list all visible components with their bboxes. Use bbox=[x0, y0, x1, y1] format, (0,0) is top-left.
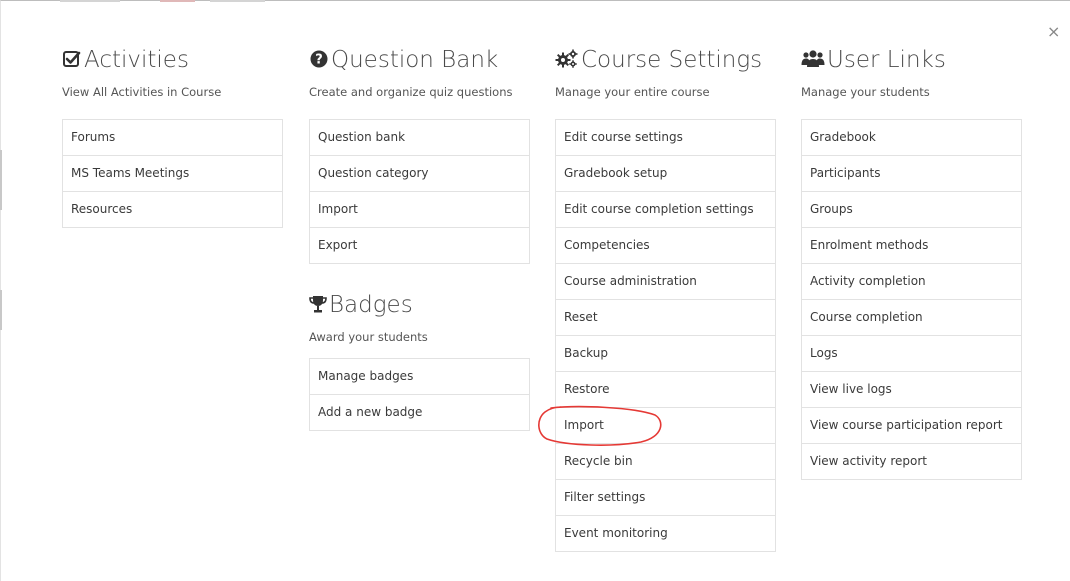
section-subtitle: Create and organize quiz questions bbox=[309, 85, 513, 99]
list-item[interactable]: Question bank bbox=[310, 119, 529, 155]
trophy-icon bbox=[309, 296, 327, 313]
section-subtitle: Manage your students bbox=[801, 85, 930, 99]
user-links-link-list: Gradebook Participants Groups Enrolment … bbox=[801, 119, 1022, 480]
column-user-links: User Links Manage your students Gradeboo… bbox=[801, 43, 1022, 480]
list-item[interactable]: Gradebook bbox=[802, 119, 1021, 155]
list-item[interactable]: Filter settings bbox=[556, 479, 775, 515]
list-item[interactable]: Competencies bbox=[556, 227, 775, 263]
column-question-bank: ? Question Bank Create and organize quiz… bbox=[309, 43, 530, 264]
list-item[interactable]: MS Teams Meetings bbox=[63, 155, 282, 191]
section-title-text: Badges bbox=[329, 292, 413, 318]
list-item[interactable]: Edit course completion settings bbox=[556, 191, 775, 227]
section-title: User Links bbox=[801, 43, 1022, 77]
section-title-text: Activities bbox=[84, 47, 189, 73]
list-item[interactable]: Activity completion bbox=[802, 263, 1021, 299]
cogs-icon bbox=[555, 49, 578, 68]
list-item[interactable]: Logs bbox=[802, 335, 1021, 371]
list-item[interactable]: View activity report bbox=[802, 443, 1021, 479]
list-item[interactable]: Edit course settings bbox=[556, 119, 775, 155]
section-title-text: User Links bbox=[827, 47, 946, 73]
svg-text:?: ? bbox=[315, 53, 323, 68]
users-icon bbox=[801, 50, 825, 67]
list-item[interactable]: Import bbox=[556, 407, 775, 443]
section-title-text: Course Settings bbox=[581, 47, 763, 73]
list-item[interactable]: Manage badges bbox=[310, 358, 529, 394]
section-title: Course Settings bbox=[555, 43, 776, 77]
course-settings-link-list: Edit course settings Gradebook setup Edi… bbox=[555, 119, 776, 552]
list-item[interactable]: Backup bbox=[556, 335, 775, 371]
list-item[interactable]: Event monitoring bbox=[556, 515, 775, 551]
top-edge-decoration bbox=[60, 0, 280, 3]
badges-link-list: Manage badges Add a new badge bbox=[309, 358, 530, 431]
list-item[interactable]: Reset bbox=[556, 299, 775, 335]
left-edge-mark bbox=[0, 290, 2, 330]
list-item[interactable]: Resources bbox=[63, 191, 282, 227]
list-item[interactable]: Groups bbox=[802, 191, 1021, 227]
column-activities: Activities View All Activities in Course… bbox=[62, 43, 283, 228]
list-item[interactable]: Export bbox=[310, 227, 529, 263]
section-title: ? Question Bank bbox=[309, 43, 530, 77]
activities-link-list: Forums MS Teams Meetings Resources bbox=[62, 119, 283, 228]
question-bank-link-list: Question bank Question category Import E… bbox=[309, 119, 530, 264]
list-item[interactable]: Question category bbox=[310, 155, 529, 191]
list-item[interactable]: View live logs bbox=[802, 371, 1021, 407]
list-item[interactable]: Add a new badge bbox=[310, 394, 529, 430]
section-subtitle: Manage your entire course bbox=[555, 85, 710, 99]
list-item[interactable]: Gradebook setup bbox=[556, 155, 775, 191]
left-edge-mark bbox=[0, 150, 2, 210]
question-circle-icon: ? bbox=[310, 50, 328, 68]
section-subtitle: View All Activities in Course bbox=[62, 85, 222, 99]
list-item[interactable]: Participants bbox=[802, 155, 1021, 191]
close-button[interactable]: × bbox=[1047, 24, 1060, 40]
section-title-text: Question Bank bbox=[331, 47, 499, 73]
section-subtitle: Award your students bbox=[309, 330, 428, 344]
list-item[interactable]: Import bbox=[310, 191, 529, 227]
section-title: Badges bbox=[309, 288, 530, 322]
list-item[interactable]: Course completion bbox=[802, 299, 1021, 335]
list-item[interactable]: Recycle bin bbox=[556, 443, 775, 479]
list-item[interactable]: Forums bbox=[63, 119, 282, 155]
column-course-settings: Course Settings Manage your entire cours… bbox=[555, 43, 776, 552]
list-item[interactable]: Course administration bbox=[556, 263, 775, 299]
list-item[interactable]: Enrolment methods bbox=[802, 227, 1021, 263]
list-item[interactable]: Restore bbox=[556, 371, 775, 407]
check-square-icon bbox=[63, 51, 81, 67]
column-badges: Badges Award your students Manage badges… bbox=[309, 288, 530, 431]
list-item[interactable]: View course participation report bbox=[802, 407, 1021, 443]
section-title: Activities bbox=[62, 43, 283, 77]
